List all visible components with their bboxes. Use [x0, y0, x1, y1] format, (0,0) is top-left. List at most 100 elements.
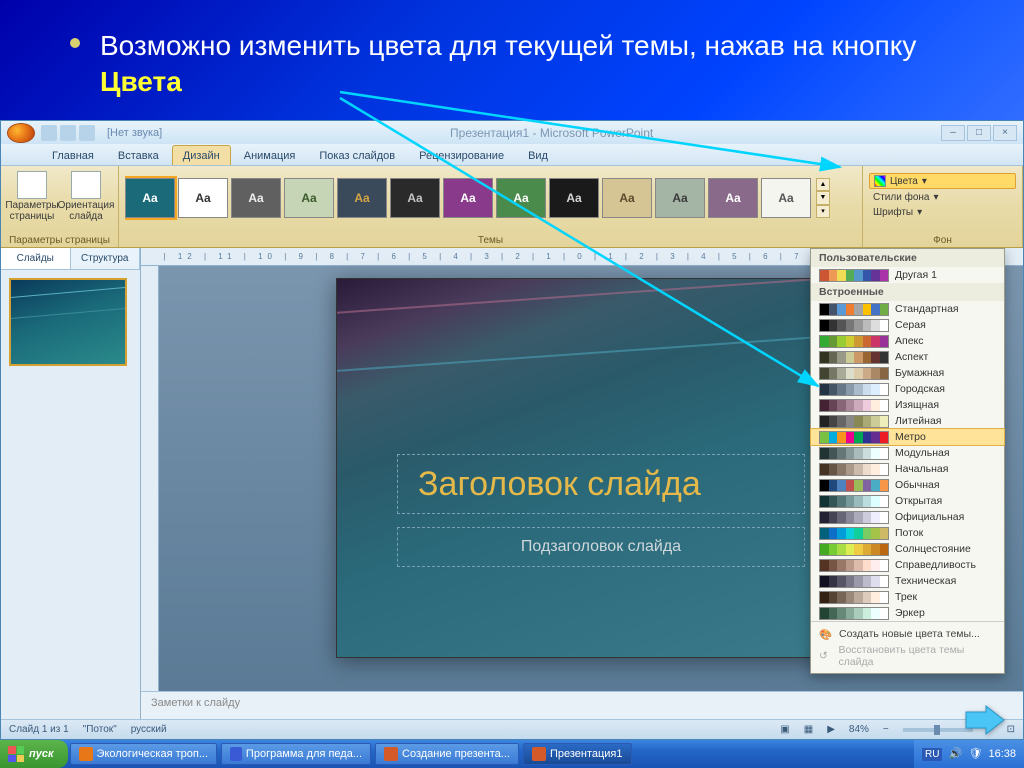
color-scheme-Техническая[interactable]: Техническая [811, 573, 1004, 589]
color-scheme-Трек[interactable]: Трек [811, 589, 1004, 605]
slide-thumbnails [1, 270, 140, 719]
slide-canvas[interactable]: Заголовок слайда Подзаголовок слайда [336, 278, 846, 658]
zoom-out-button[interactable]: − [883, 724, 889, 735]
theme-thumb-1[interactable]: Aa [178, 178, 228, 218]
tab-главная[interactable]: Главная [41, 145, 105, 165]
page-setup-button[interactable]: Параметры страницы [7, 169, 57, 231]
title-placeholder[interactable]: Заголовок слайда [397, 454, 805, 514]
background-styles-button[interactable]: Стили фона ▾ [869, 191, 1016, 204]
color-scheme-Другая 1[interactable]: Другая 1 [811, 267, 1004, 283]
theme-thumb-2[interactable]: Aa [231, 178, 281, 218]
zoom-value[interactable]: 84% [849, 724, 869, 735]
color-scheme-Аспект[interactable]: Аспект [811, 349, 1004, 365]
theme-thumb-10[interactable]: Aa [655, 178, 705, 218]
tab-рецензирование[interactable]: Рецензирование [408, 145, 515, 165]
qat-redo-icon[interactable] [79, 125, 95, 141]
theme-thumb-3[interactable]: Aa [284, 178, 334, 218]
color-scheme-label: Поток [895, 527, 923, 539]
taskbar-button[interactable]: Экологическая троп... [70, 743, 217, 765]
office-button[interactable] [7, 123, 35, 143]
color-scheme-Апекс[interactable]: Апекс [811, 333, 1004, 349]
tray-icon-2[interactable]: 🛡 [968, 747, 982, 761]
color-scheme-Поток[interactable]: Поток [811, 525, 1004, 541]
swatch-icon [819, 607, 889, 620]
sound-indicator: [Нет звука] [107, 127, 162, 139]
gallery-scroll-down[interactable]: ▼ [816, 191, 830, 204]
color-scheme-Бумажная[interactable]: Бумажная [811, 365, 1004, 381]
status-theme: "Поток" [83, 724, 117, 735]
status-language[interactable]: русский [131, 724, 167, 735]
color-scheme-label: Эркер [895, 607, 925, 619]
zoom-slider[interactable] [903, 728, 973, 732]
slide-thumbnail-1[interactable] [9, 278, 127, 366]
fonts-label: Шрифты [873, 207, 913, 218]
tab-дизайн[interactable]: Дизайн [172, 145, 231, 165]
tray-icon-1[interactable]: 🔊 [948, 747, 962, 761]
theme-thumb-0[interactable]: Aa [125, 178, 175, 218]
color-scheme-Солнцестояние[interactable]: Солнцестояние [811, 541, 1004, 557]
swatch-icon [819, 269, 889, 282]
subtitle-placeholder[interactable]: Подзаголовок слайда [397, 527, 805, 567]
ruler-vertical [141, 266, 159, 691]
window-controls: – □ × [941, 125, 1017, 141]
swatch-icon [819, 495, 889, 508]
color-scheme-Литейная[interactable]: Литейная [811, 413, 1004, 429]
tab-outline[interactable]: Структура [71, 248, 141, 269]
color-scheme-Справедливость[interactable]: Справедливость [811, 557, 1004, 573]
color-scheme-Открытая[interactable]: Открытая [811, 493, 1004, 509]
zoom-fit-button[interactable]: ⊡ [1007, 724, 1015, 735]
theme-thumb-7[interactable]: Aa [496, 178, 546, 218]
theme-thumb-5[interactable]: Aa [390, 178, 440, 218]
minimize-button[interactable]: – [941, 125, 965, 141]
tab-вид[interactable]: Вид [517, 145, 559, 165]
colors-button[interactable]: Цвета ▾ [869, 173, 1016, 189]
gallery-more[interactable]: ▾ [816, 205, 830, 218]
colors-dropdown: Пользовательские Другая 1 Встроенные Ста… [810, 248, 1005, 674]
notes-pane[interactable]: Заметки к слайду [141, 691, 1023, 719]
tray-language[interactable]: RU [922, 748, 942, 761]
tray-clock[interactable]: 16:38 [988, 748, 1016, 760]
next-slide-arrow[interactable] [964, 704, 1006, 736]
title-text: Заголовок слайда [418, 465, 701, 504]
taskbar-button[interactable]: Программа для педа... [221, 743, 371, 765]
taskbar-button[interactable]: Презентация1 [523, 743, 632, 765]
tab-анимация[interactable]: Анимация [233, 145, 307, 165]
theme-thumb-9[interactable]: Aa [602, 178, 652, 218]
color-scheme-Обычная[interactable]: Обычная [811, 477, 1004, 493]
tab-показ слайдов[interactable]: Показ слайдов [308, 145, 406, 165]
qat-save-icon[interactable] [41, 125, 57, 141]
color-scheme-Эркер[interactable]: Эркер [811, 605, 1004, 621]
theme-thumb-11[interactable]: Aa [708, 178, 758, 218]
taskbar-button[interactable]: Создание презента... [375, 743, 519, 765]
theme-thumb-12[interactable]: Aa [761, 178, 811, 218]
theme-thumb-4[interactable]: Aa [337, 178, 387, 218]
swatch-icon [819, 415, 889, 428]
page-setup-label: Параметры страницы [5, 201, 58, 222]
color-scheme-Городская[interactable]: Городская [811, 381, 1004, 397]
swatch-icon [819, 543, 889, 556]
theme-thumb-6[interactable]: Aa [443, 178, 493, 218]
close-button[interactable]: × [993, 125, 1017, 141]
tab-slides[interactable]: Слайды [1, 248, 71, 269]
color-scheme-Официальная[interactable]: Официальная [811, 509, 1004, 525]
view-slideshow-icon[interactable]: ▶ [827, 724, 835, 735]
fonts-button[interactable]: Шрифты ▾ [869, 206, 1016, 219]
maximize-button[interactable]: □ [967, 125, 991, 141]
start-button[interactable]: пуск [0, 740, 68, 768]
view-normal-icon[interactable]: ▣ [780, 724, 789, 735]
theme-thumb-8[interactable]: Aa [549, 178, 599, 218]
view-sorter-icon[interactable]: ▦ [804, 724, 813, 735]
swatch-icon [819, 367, 889, 380]
slide-orientation-button[interactable]: Ориентация слайда [61, 169, 111, 231]
tab-вставка[interactable]: Вставка [107, 145, 170, 165]
color-scheme-Серая[interactable]: Серая [811, 317, 1004, 333]
color-scheme-Начальная[interactable]: Начальная [811, 461, 1004, 477]
qat-undo-icon[interactable] [60, 125, 76, 141]
themes-gallery[interactable]: AaAaAaAaAaAaAaAaAaAaAaAaAa▲▼▾ [125, 169, 856, 227]
color-scheme-Модульная[interactable]: Модульная [811, 445, 1004, 461]
color-scheme-Метро[interactable]: Метро [811, 429, 1004, 445]
color-scheme-Стандартная[interactable]: Стандартная [811, 301, 1004, 317]
color-scheme-Изящная[interactable]: Изящная [811, 397, 1004, 413]
create-theme-colors[interactable]: 🎨Создать новые цвета темы... [811, 626, 1004, 642]
gallery-scroll-up[interactable]: ▲ [816, 178, 830, 191]
